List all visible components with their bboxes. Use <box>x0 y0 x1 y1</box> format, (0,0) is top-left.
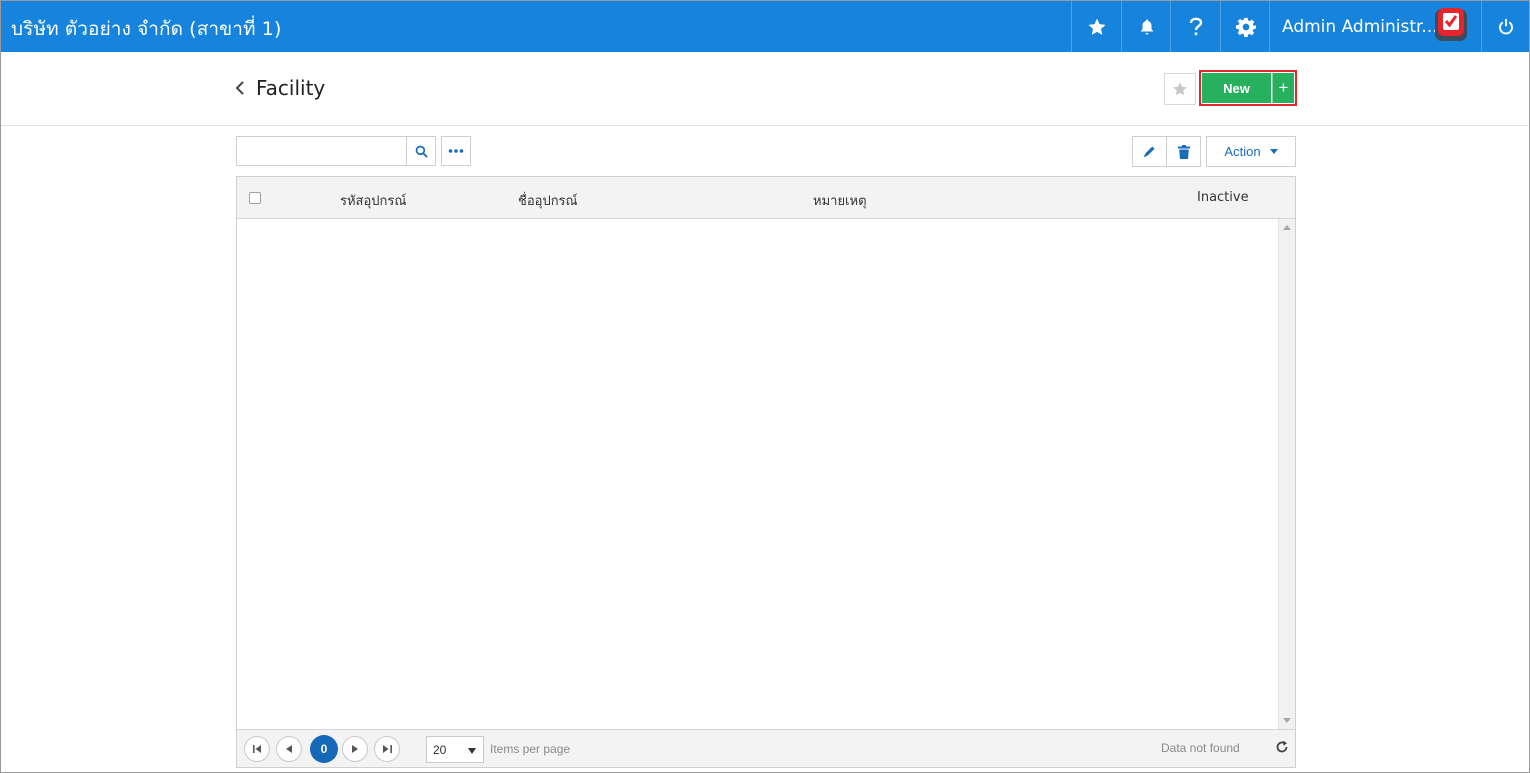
first-page-icon <box>252 745 261 753</box>
column-header-facility-code[interactable]: รหัสอุปกรณ์ <box>340 190 406 211</box>
data-grid: รหัสอุปกรณ์ ชื่ออุปกรณ์ หมายเหตุ Inactiv… <box>236 176 1296 768</box>
search-input[interactable] <box>236 136 407 166</box>
trash-icon <box>1177 144 1190 159</box>
logout-button[interactable] <box>1481 1 1529 52</box>
new-button-group: New + <box>1199 70 1297 106</box>
page-header: Facility New + <box>1 52 1529 126</box>
add-favorite-button[interactable] <box>1164 73 1196 105</box>
select-all-checkbox[interactable] <box>249 192 261 204</box>
items-per-page-label: Items per page <box>490 742 571 756</box>
column-header-facility-name[interactable]: ชื่ออุปกรณ์ <box>518 190 578 211</box>
user-name: Admin Administr... <box>1282 17 1438 37</box>
help-icon <box>1189 17 1202 35</box>
bell-icon <box>1140 19 1153 34</box>
action-dropdown[interactable]: Action <box>1206 136 1296 167</box>
pencil-icon <box>1143 146 1155 158</box>
next-page-button[interactable] <box>342 736 368 762</box>
pager-status: Data not found <box>1161 741 1240 755</box>
previous-page-icon <box>286 745 292 753</box>
first-page-button[interactable] <box>244 736 270 762</box>
user-menu[interactable]: Admin Administr... <box>1269 1 1489 52</box>
power-icon <box>1498 18 1513 34</box>
last-page-icon <box>382 745 392 753</box>
back-chevron-icon[interactable] <box>233 80 247 96</box>
column-header-remark[interactable]: หมายเหตุ <box>813 190 867 211</box>
ellipsis-icon <box>448 149 464 153</box>
notifications-button[interactable] <box>1121 1 1171 52</box>
settings-button[interactable] <box>1220 1 1270 52</box>
app-logo-icon <box>1435 8 1467 41</box>
pager: 0 20 Items per page Data not found <box>237 729 1295 767</box>
star-icon <box>1173 82 1187 96</box>
chevron-down-icon <box>468 748 476 754</box>
more-options-button[interactable] <box>441 136 471 166</box>
refresh-icon[interactable] <box>1275 740 1289 754</box>
vertical-scrollbar[interactable] <box>1278 219 1295 729</box>
column-header-inactive[interactable]: Inactive <box>1197 190 1249 205</box>
edit-button[interactable] <box>1132 136 1167 167</box>
page-size-select[interactable]: 20 <box>426 736 484 763</box>
gear-icon <box>1235 17 1256 37</box>
search-button[interactable] <box>406 136 436 166</box>
current-page[interactable]: 0 <box>310 735 338 763</box>
chevron-down-icon <box>1269 149 1278 154</box>
page-title: Facility <box>256 76 326 100</box>
previous-page-button[interactable] <box>276 736 302 762</box>
favorites-button[interactable] <box>1071 1 1121 52</box>
scroll-up-arrow-icon[interactable] <box>1283 225 1291 230</box>
grid-header: รหัสอุปกรณ์ ชื่ออุปกรณ์ หมายเหตุ Inactiv… <box>237 177 1295 219</box>
search-icon <box>415 145 428 158</box>
help-button[interactable] <box>1170 1 1220 52</box>
scroll-down-arrow-icon[interactable] <box>1283 718 1291 723</box>
new-dropdown-button[interactable]: + <box>1272 73 1294 103</box>
delete-button[interactable] <box>1166 136 1201 167</box>
grid-body <box>237 219 1278 729</box>
new-button[interactable]: New <box>1202 73 1271 103</box>
star-icon <box>1088 18 1105 35</box>
last-page-button[interactable] <box>374 736 400 762</box>
page-size-value: 20 <box>433 743 447 757</box>
top-bar: บริษัท ตัวอย่าง จำกัด (สาขาที่ 1) Admin … <box>1 1 1529 52</box>
next-page-icon <box>352 745 358 753</box>
action-label: Action <box>1224 144 1261 159</box>
company-name[interactable]: บริษัท ตัวอย่าง จำกัด (สาขาที่ 1) <box>11 14 281 44</box>
